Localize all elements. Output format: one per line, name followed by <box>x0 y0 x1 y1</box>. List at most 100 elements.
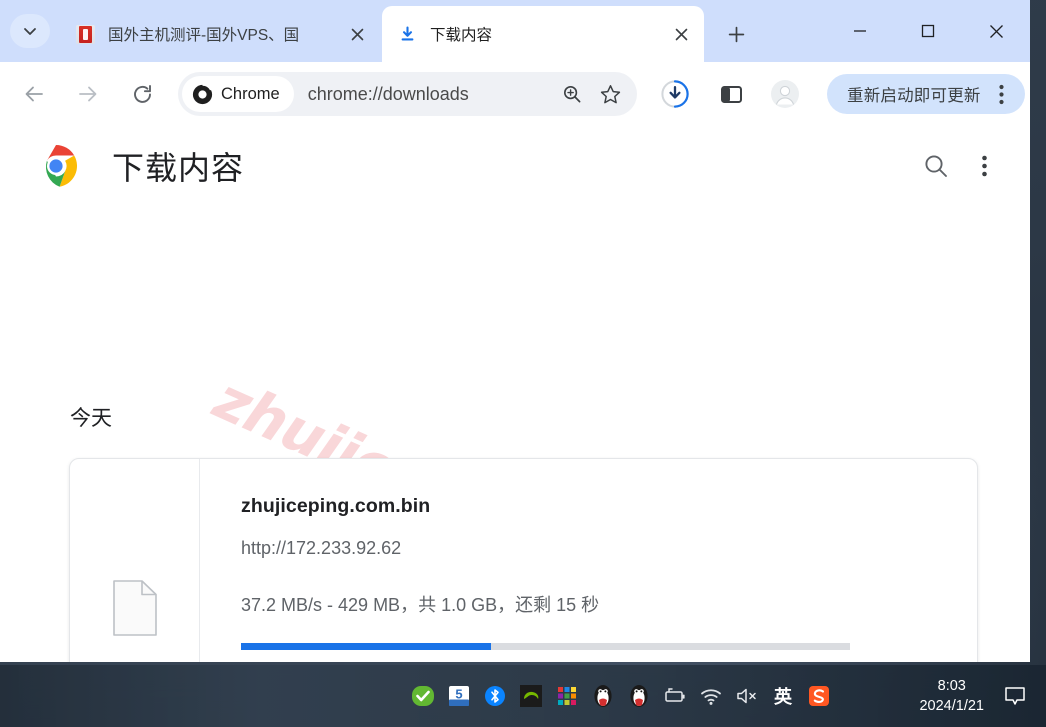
maximize-icon <box>921 24 935 38</box>
reload-icon <box>133 84 151 103</box>
search-icon <box>925 155 947 177</box>
notification-bubble-icon <box>1005 687 1025 705</box>
windows-taskbar: 5 英 8:03 2024/1/21 <box>0 665 1046 727</box>
download-progress-bar <box>241 643 850 650</box>
number-five-glyph: 5 <box>449 686 469 706</box>
tab-title: 下载内容 <box>430 27 493 44</box>
chrome-logo-svg <box>35 145 78 187</box>
omnibox-url-text: chrome://downloads <box>307 83 469 104</box>
taskbar-clock[interactable]: 8:03 2024/1/21 <box>919 676 984 716</box>
download-source-url: http://172.233.92.62 <box>241 538 402 558</box>
ime-language-label: 英 <box>774 687 792 708</box>
reload-button[interactable] <box>122 74 162 114</box>
arrow-right-icon <box>79 86 97 102</box>
minimize-button[interactable] <box>826 0 894 62</box>
download-item-details: zhujiceping.com.bin http://172.233.92.62… <box>200 459 977 662</box>
search-downloads-button[interactable] <box>912 142 960 190</box>
ime-language-icon[interactable]: 英 <box>765 676 801 716</box>
nvidia-glyph <box>520 685 542 707</box>
downloads-more-menu-button[interactable] <box>960 142 1008 190</box>
download-icon <box>398 25 417 44</box>
site-favicon <box>76 24 95 44</box>
forward-button[interactable] <box>68 74 108 114</box>
download-progress-fill <box>241 643 491 650</box>
tab-strip: 国外主机测评-国外VPS、国 下载内容 <box>0 0 1030 62</box>
sogou-glyph <box>809 686 829 706</box>
volume-muted-glyph <box>737 688 756 704</box>
zoom-in-icon <box>564 86 581 103</box>
battery-icon[interactable] <box>657 676 693 716</box>
close-icon <box>675 28 687 40</box>
downloads-page: 下载内容 今天 zhujiceping.com.bin http://172.2… <box>0 126 1030 662</box>
browser-toolbar: Chrome chrome://downloads 重新启动即可更新 <box>0 62 1030 126</box>
qq-penguin-glyph-2 <box>630 685 648 707</box>
sogou-icon[interactable] <box>801 676 837 716</box>
battery-glyph <box>665 688 685 702</box>
kebab-menu-icon <box>999 84 1004 104</box>
nvidia-icon[interactable] <box>513 676 549 716</box>
zoom-indicator-button[interactable] <box>553 75 591 113</box>
back-button[interactable] <box>14 74 54 114</box>
update-button[interactable]: 重新启动即可更新 <box>827 74 1025 114</box>
kebab-menu-icon <box>981 155 987 177</box>
page-title: 下载内容 <box>112 150 245 186</box>
volume-muted-icon[interactable] <box>729 676 765 716</box>
chrome-mono-icon <box>192 83 213 104</box>
side-panel-icon <box>720 85 742 103</box>
download-file-icon-column <box>70 459 200 662</box>
update-button-label: 重新启动即可更新 <box>847 87 981 105</box>
close-icon <box>351 28 363 40</box>
bluetooth-icon[interactable] <box>477 676 513 716</box>
color-squares-icon[interactable] <box>549 676 585 716</box>
chevron-down-icon <box>24 28 36 35</box>
downloads-date-group-label: 今天 <box>70 407 112 430</box>
taskbar-date: 2024/1/21 <box>919 698 984 714</box>
chrome-logo-icon <box>34 144 78 188</box>
downloads-ring-icon <box>661 80 689 108</box>
downloads-button[interactable] <box>655 74 695 114</box>
tab-close-button[interactable] <box>668 21 694 47</box>
bluetooth-glyph <box>485 686 505 706</box>
maximize-button[interactable] <box>894 0 962 62</box>
wifi-icon[interactable] <box>693 676 729 716</box>
profile-button[interactable] <box>765 74 805 114</box>
minimize-icon <box>854 30 866 32</box>
tab-title: 国外主机测评-国外VPS、国 <box>108 27 300 44</box>
star-icon <box>600 84 620 103</box>
download-item-card[interactable]: zhujiceping.com.bin http://172.233.92.62… <box>69 458 978 662</box>
close-icon <box>989 24 1003 38</box>
page-actions <box>912 126 1008 206</box>
notification-center-button[interactable] <box>998 679 1032 713</box>
tab-downloads[interactable]: 下载内容 <box>382 6 704 62</box>
download-status-text: 37.2 MB/s - 429 MB，共 1.0 GB，还剩 15 秒 <box>241 595 600 615</box>
address-bar[interactable]: Chrome chrome://downloads <box>178 72 637 116</box>
download-filename[interactable]: zhujiceping.com.bin <box>241 495 977 518</box>
taskbar-time: 8:03 <box>937 678 966 694</box>
window-controls <box>826 0 1030 62</box>
tab-site[interactable]: 国外主机测评-国外VPS、国 <box>60 6 380 62</box>
chrome-browser-window: 国外主机测评-国外VPS、国 下载内容 Chrome chrome://down… <box>0 0 1030 662</box>
number-five-icon[interactable]: 5 <box>441 676 477 716</box>
qq-penguin-icon-2[interactable] <box>621 676 657 716</box>
omnibox-chip-label: Chrome <box>221 84 280 103</box>
green-check-glyph <box>412 686 434 706</box>
bookmark-button[interactable] <box>591 75 629 113</box>
tab-close-button[interactable] <box>344 21 370 47</box>
svg-text:5: 5 <box>455 687 462 702</box>
downloads-page-header: 下载内容 <box>0 126 1030 206</box>
omnibox-chrome-chip[interactable]: Chrome <box>182 76 294 112</box>
side-panel-button[interactable] <box>711 74 751 114</box>
arrow-left-icon <box>25 86 43 102</box>
plus-icon <box>728 26 744 42</box>
qq-penguin-icon[interactable] <box>585 676 621 716</box>
tab-search-button[interactable] <box>10 14 50 48</box>
profile-avatar-icon <box>771 80 799 108</box>
new-tab-button[interactable] <box>716 17 756 51</box>
green-check-icon[interactable] <box>405 676 441 716</box>
screen: 国外主机测评-国外VPS、国 下载内容 Chrome chrome://down… <box>0 0 1046 727</box>
close-window-button[interactable] <box>962 0 1030 62</box>
download-glyph-icon <box>401 25 414 40</box>
color-squares-glyph <box>558 687 576 705</box>
wifi-glyph <box>701 689 721 705</box>
browser-menu-button[interactable] <box>985 77 1019 111</box>
